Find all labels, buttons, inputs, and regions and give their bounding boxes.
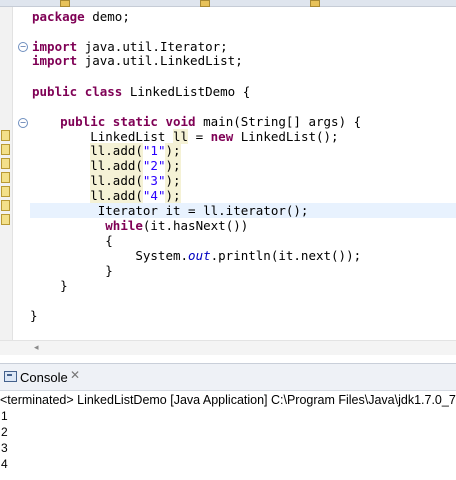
- code-line[interactable]: import java.util.Iterator;: [32, 39, 456, 54]
- code-line[interactable]: LinkedList ll = new LinkedList();: [30, 129, 456, 144]
- console-output-line: 1: [1, 409, 8, 423]
- code-token: System.: [30, 248, 189, 263]
- console-output-line: 3: [1, 441, 8, 455]
- code-token: import: [32, 53, 85, 68]
- code-line[interactable]: package demo;: [32, 9, 456, 24]
- editor-tab-strip: [0, 0, 456, 7]
- code-token: );: [165, 143, 181, 158]
- code-line[interactable]: [32, 99, 456, 114]
- code-token: ll.add(: [90, 158, 143, 173]
- fold-collapse-icon[interactable]: −: [18, 118, 28, 128]
- code-token: public: [60, 114, 113, 129]
- code-token: );: [165, 173, 181, 188]
- code-token: void: [165, 114, 204, 129]
- code-token: static: [112, 114, 166, 129]
- code-line[interactable]: System.out.println(it.next());: [30, 248, 456, 263]
- code-token: }: [30, 308, 38, 323]
- code-token: "1": [142, 143, 166, 158]
- code-line[interactable]: }: [30, 308, 456, 323]
- console-output-line: 4: [1, 457, 8, 471]
- code-token: ll.add(: [90, 173, 143, 188]
- warning-marker-icon[interactable]: [1, 186, 10, 197]
- code-token: LinkedList();: [240, 129, 339, 144]
- code-line[interactable]: public static void main(String[] args) {: [30, 114, 456, 129]
- code-token: java.util.Iterator;: [84, 39, 228, 54]
- code-line[interactable]: ll.add("2");: [30, 158, 456, 173]
- code-token: ll.add(: [90, 143, 143, 158]
- code-token: );: [165, 158, 181, 173]
- warning-marker-icon[interactable]: [1, 144, 10, 155]
- code-token: Iterator it = ll.iterator();: [30, 203, 309, 218]
- code-line[interactable]: [32, 24, 456, 39]
- warning-marker-icon[interactable]: [1, 214, 10, 225]
- code-token: package: [32, 9, 93, 24]
- code-line[interactable]: [30, 293, 456, 308]
- warning-marker-icon[interactable]: [1, 200, 10, 211]
- code-token: }: [30, 263, 113, 278]
- editor-tab-icon[interactable]: [310, 0, 320, 7]
- code-token: LinkedListDemo {: [129, 84, 251, 99]
- code-line[interactable]: while(it.hasNext()): [30, 218, 456, 233]
- code-token: import: [32, 39, 85, 54]
- code-token: ll: [173, 129, 189, 144]
- code-line[interactable]: }: [30, 263, 456, 278]
- code-line[interactable]: {: [30, 233, 456, 248]
- code-line[interactable]: [32, 68, 456, 83]
- code-token: out: [188, 248, 211, 263]
- code-token: public: [32, 84, 85, 99]
- console-tab-label: Console: [20, 370, 68, 385]
- code-token: ll.add(: [90, 188, 143, 203]
- console-tab[interactable]: Console ✕: [0, 363, 456, 391]
- console-view-icon: [4, 371, 17, 382]
- code-line-current[interactable]: Iterator it = ll.iterator();: [30, 203, 456, 218]
- code-editor[interactable]: − − package demo; import java.util.Itera…: [0, 0, 456, 355]
- editor-horizontal-scrollbar[interactable]: ◂: [0, 340, 456, 355]
- code-token: "4": [142, 188, 166, 203]
- code-token: "2": [142, 158, 166, 173]
- code-token: java.util.LinkedList;: [84, 53, 243, 68]
- code-line[interactable]: ll.add("1");: [30, 143, 456, 158]
- code-token: .println(it.next());: [210, 248, 362, 263]
- code-token: new: [210, 129, 241, 144]
- scroll-left-icon[interactable]: ◂: [34, 343, 39, 353]
- editor-tab-icon[interactable]: [200, 0, 210, 7]
- code-token: demo;: [92, 9, 130, 24]
- code-token: "3": [142, 173, 166, 188]
- code-line[interactable]: public class LinkedListDemo {: [32, 84, 456, 99]
- code-token: {: [30, 233, 113, 248]
- console-output-line: 2: [1, 425, 8, 439]
- code-token: class: [84, 84, 130, 99]
- close-icon[interactable]: ✕: [70, 368, 80, 382]
- code-token: =: [188, 129, 211, 144]
- code-token: );: [165, 188, 181, 203]
- code-token: }: [30, 278, 68, 293]
- code-line[interactable]: }: [30, 278, 456, 293]
- code-line[interactable]: ll.add("3");: [30, 173, 456, 188]
- fold-collapse-icon[interactable]: −: [18, 42, 28, 52]
- code-line[interactable]: import java.util.LinkedList;: [32, 53, 456, 68]
- editor-annotation-ruler: [0, 7, 13, 355]
- warning-marker-icon[interactable]: [1, 158, 10, 169]
- warning-marker-icon[interactable]: [1, 130, 10, 141]
- editor-tab-icon[interactable]: [60, 0, 70, 7]
- code-line[interactable]: ll.add("4");: [30, 188, 456, 203]
- code-token: (it.hasNext()): [142, 218, 249, 233]
- warning-marker-icon[interactable]: [1, 172, 10, 183]
- code-token: LinkedList: [30, 129, 173, 144]
- code-token: while: [105, 218, 143, 233]
- console-process-status: <terminated> LinkedListDemo [Java Applic…: [0, 393, 456, 407]
- code-token: main(String[] args) {: [203, 114, 362, 129]
- console-view: Console ✕ <terminated> LinkedListDemo [J…: [0, 363, 456, 480]
